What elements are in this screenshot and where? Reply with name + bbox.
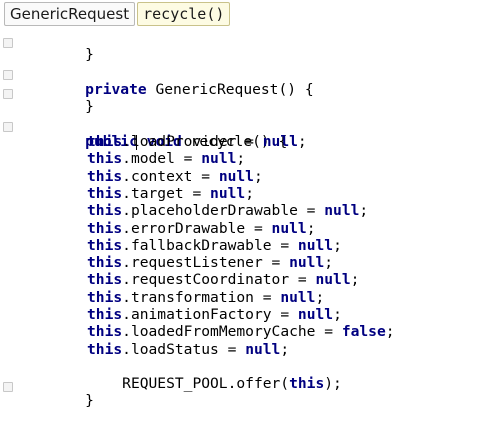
code-token: } [85, 98, 94, 115]
code-line: this.loadStatus = null; [87, 340, 290, 358]
code-token: GenericRequest() { [146, 81, 314, 98]
field-token: transformation [130, 288, 254, 306]
code-line: this.context = null; [87, 167, 263, 185]
code-line: this.loadedFromMemoryCache = false; [87, 323, 395, 341]
code-line: this.placeholderDrawable = null; [87, 202, 369, 220]
code-token: REQUEST_POOL.offer( [122, 375, 290, 392]
value-token: null [297, 306, 334, 323]
field-token: fallbackDrawable [130, 236, 272, 254]
value-token: false [341, 323, 386, 341]
text-cursor [136, 135, 137, 150]
keyword-token: this [87, 271, 123, 289]
value-token: null [245, 340, 281, 358]
keyword-token: this [87, 306, 123, 323]
fold-marker-icon[interactable] [3, 382, 13, 392]
field-token: loadStatus [130, 340, 219, 358]
breadcrumb-class[interactable]: GenericRequest [4, 1, 136, 26]
code-line: } [50, 375, 94, 426]
keyword-token: this [87, 340, 123, 358]
field-token: placeholderDrawable [130, 202, 298, 220]
keyword-token: this [87, 167, 123, 185]
value-token: null [297, 236, 334, 254]
code-token: ); [324, 375, 342, 392]
keyword-token: this [87, 236, 123, 254]
field-token: model [130, 150, 175, 168]
value-token: null [315, 271, 351, 289]
code-line: this.loadProvider = null; [87, 133, 307, 150]
fold-marker-icon[interactable] [3, 38, 13, 48]
value-token: null [201, 150, 237, 168]
code-line: this.target = null; [87, 184, 254, 202]
keyword-token: this [87, 133, 123, 150]
fold-marker-icon[interactable] [3, 89, 13, 99]
keyword-token: this [87, 254, 123, 272]
value-token: null [218, 167, 254, 185]
code-line: this.transformation = null; [87, 288, 325, 306]
value-token: null [289, 254, 325, 272]
field-token: requestCoordinator [130, 271, 290, 289]
code-line: this.requestListener = null; [87, 254, 334, 272]
field-token: loadedFromMemoryCache [130, 323, 316, 341]
keyword-token: this [87, 150, 123, 168]
value-token: null [280, 288, 316, 306]
value-token: null [324, 202, 360, 220]
keyword-token: private [85, 81, 147, 98]
code-token: } [85, 46, 94, 63]
keyword-token: this [87, 184, 123, 202]
code-line: this.errorDrawable = null; [87, 219, 316, 237]
value-token: null [262, 133, 298, 150]
breadcrumb-method[interactable]: recycle() [137, 1, 231, 26]
field-token: target [130, 184, 184, 202]
value-token: null [271, 219, 307, 237]
keyword-token: this [289, 375, 325, 392]
code-line: REQUEST_POOL.offer(this); [87, 358, 342, 409]
value-token: null [210, 184, 246, 202]
breadcrumb: GenericRequest recycle() [0, 0, 231, 27]
code-line: this.requestCoordinator = null; [87, 271, 360, 289]
code-line: this.model = null; [87, 150, 246, 168]
field-token: errorDrawable [130, 219, 246, 237]
keyword-token: this [87, 323, 123, 341]
field-token: requestListener [130, 254, 263, 272]
fold-marker-icon[interactable] [3, 70, 13, 80]
keyword-token: this [87, 219, 123, 237]
code-line: this.animationFactory = null; [87, 306, 342, 323]
code-editor[interactable]: } private GenericRequest() { } public vo… [0, 0, 502, 409]
code-token: } [85, 392, 94, 409]
field-token: context [130, 167, 193, 185]
field-token: loadProvider [130, 133, 237, 150]
keyword-token: this [87, 202, 123, 220]
field-token: animationFactory [130, 306, 272, 323]
code-line: this.fallbackDrawable = null; [87, 236, 342, 254]
fold-marker-icon[interactable] [3, 122, 13, 132]
keyword-token: this [87, 288, 123, 306]
